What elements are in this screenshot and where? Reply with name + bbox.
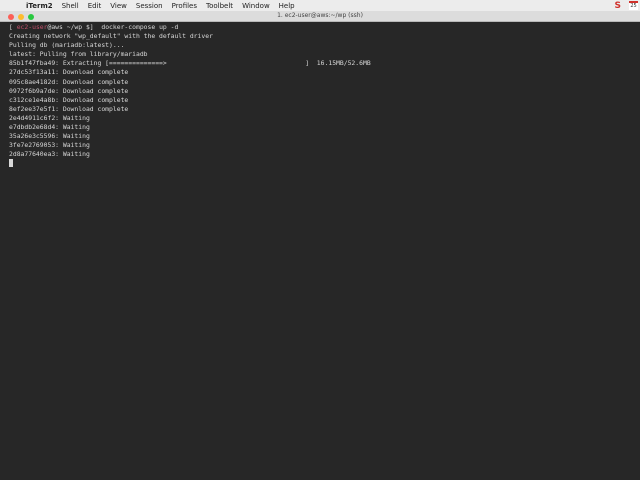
output-line: 27dc53f13a11: Download complete xyxy=(9,68,129,77)
menu-app[interactable]: iTerm2 xyxy=(26,2,53,10)
menu-shell[interactable]: Shell xyxy=(62,2,79,10)
extract-progress-line: 85b1f47fba49: Extracting [==============… xyxy=(9,59,371,68)
menu-profiles[interactable]: Profiles xyxy=(172,2,197,10)
output-line: e7dbdb2e68d4: Waiting xyxy=(9,123,90,132)
output-line: 35a26e3c5596: Waiting xyxy=(9,132,90,141)
terminal-output[interactable]: [ ec2-user@aws ~/wp $] docker-compose up… xyxy=(9,23,371,169)
status-s-icon[interactable]: S xyxy=(615,1,621,11)
menu-toolbelt[interactable]: Toolbelt xyxy=(206,2,233,10)
output-line: 0972f6b9a7de: Download complete xyxy=(9,86,129,95)
menu-edit[interactable]: Edit xyxy=(88,2,102,10)
command-text: docker-compose up -d xyxy=(93,23,179,31)
output-line: 095c8ae4182d: Download complete xyxy=(9,77,129,86)
window-title: 1. ec2-user@aws:~/wp (ssh) xyxy=(277,12,363,19)
menu-window[interactable]: Window xyxy=(242,2,270,10)
menu-bar: iTerm2 Shell Edit View Session Profiles … xyxy=(0,0,640,11)
output-line: c312ce1e4a8b: Download complete xyxy=(9,95,129,104)
output-line: 3fe7e2769053: Waiting xyxy=(9,141,90,150)
output-line: latest: Pulling from library/mariadb xyxy=(9,50,148,59)
prompt-host: @aws ~/wp $] xyxy=(47,23,94,31)
output-line: 2d8a77640ea3: Waiting xyxy=(9,150,90,159)
prompt-user: ec2-user xyxy=(16,23,48,31)
prompt-line: [ ec2-user@aws ~/wp $] docker-compose up… xyxy=(9,23,371,32)
output-line: 8ef2ee37e5f1: Download complete xyxy=(9,104,129,113)
window-titlebar: 1. ec2-user@aws:~/wp (ssh) xyxy=(0,11,640,22)
prompt-bracket: [ xyxy=(9,23,17,31)
menu-help[interactable]: Help xyxy=(279,2,295,10)
calendar-icon[interactable]: 25 xyxy=(629,1,638,10)
output-line: Pulling db (mariadb:latest)... xyxy=(9,41,125,50)
menu-session[interactable]: Session xyxy=(136,2,163,10)
terminal-cursor xyxy=(9,159,13,168)
output-line: Creating network "wp_default" with the d… xyxy=(9,32,213,41)
output-line: 2e4d4911c6f2: Waiting xyxy=(9,113,90,122)
menu-view[interactable]: View xyxy=(110,2,127,10)
